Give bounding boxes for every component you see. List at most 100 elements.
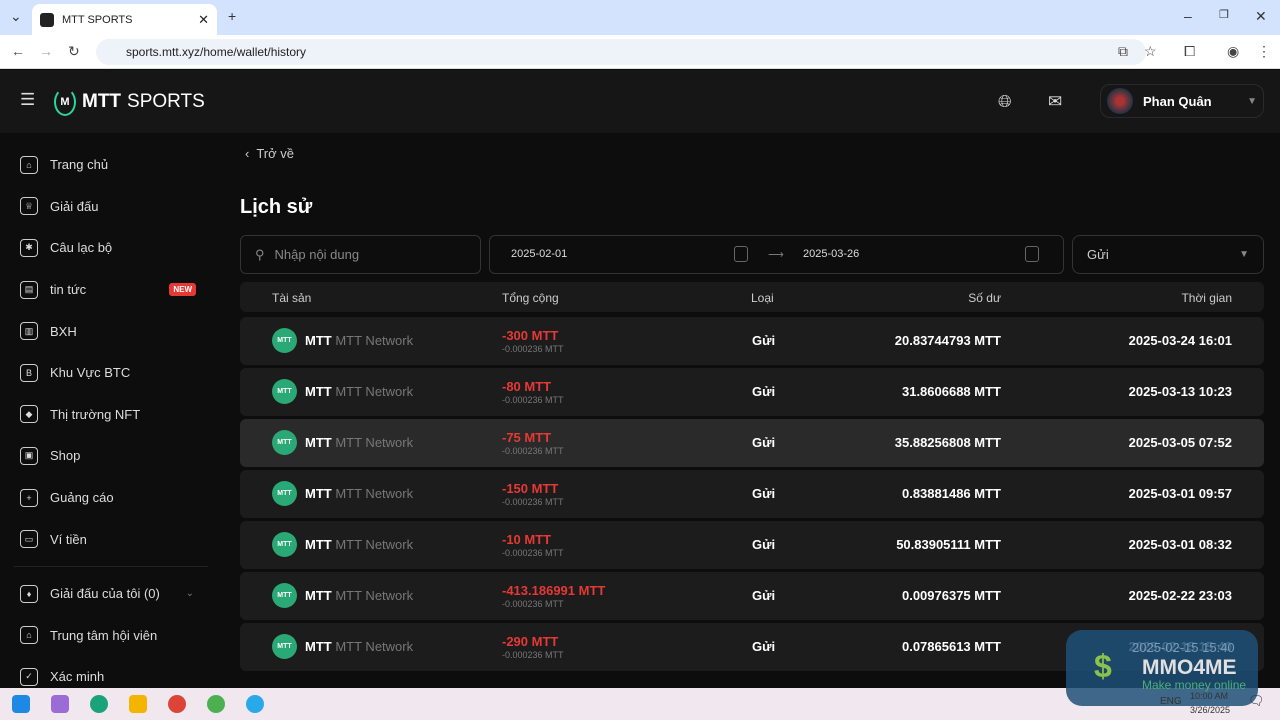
coin-network: MTT Network — [335, 435, 414, 450]
logo-mark-icon: M — [54, 88, 76, 116]
mail-icon[interactable]: ✉︎ — [1048, 92, 1062, 112]
telegram-icon[interactable] — [246, 695, 264, 713]
verify-icon: ✓ — [20, 667, 38, 686]
sidebar-item[interactable]: ◆ Thị trường NFT — [0, 394, 210, 436]
notification-icon[interactable]: 🗨︎ — [1248, 693, 1265, 709]
balance: 20.83744793 MTT — [894, 333, 1001, 348]
user-menu[interactable]: Phan Quân ▼ — [1100, 84, 1264, 118]
fee: -0.000236 MTT — [502, 650, 564, 660]
time: 2025-03-24 16:01 — [1128, 333, 1232, 348]
time: 2025-03-01 08:32 — [1128, 537, 1232, 552]
wallet-icon: ▭ — [20, 530, 38, 549]
asset-cell: MTT MTT Network — [305, 588, 413, 603]
sidebar-item[interactable]: ▭ Ví tiền — [0, 518, 210, 560]
sidebar-item[interactable]: ✱ Câu lạc bộ — [0, 227, 210, 269]
search-input[interactable] — [274, 247, 455, 262]
install-icon[interactable]: ⧉ — [1118, 43, 1128, 60]
copilot-icon[interactable] — [51, 695, 69, 713]
table-header: Tài sản Tổng cộng Loại Số dư Thời gian — [240, 282, 1264, 312]
coin-network: MTT Network — [335, 639, 414, 654]
ranking-icon: ▥ — [20, 322, 38, 341]
profile-icon[interactable]: ◉ — [1227, 43, 1239, 60]
start-icon[interactable] — [12, 695, 30, 713]
reload-icon[interactable]: ↻ — [68, 43, 80, 60]
type: Gửi — [752, 435, 776, 450]
edge-icon[interactable] — [90, 695, 108, 713]
sidebar-item-label: Ví tiền — [50, 531, 87, 547]
bookmark-star-icon[interactable]: ☆ — [1144, 43, 1157, 60]
chevron-down-icon[interactable]: ⌄ — [186, 588, 194, 599]
balance: 35.88256808 MTT — [894, 435, 1001, 450]
sidebar-item[interactable]: ♦ Giải đấu của tôi (0) ⌄ — [0, 573, 210, 615]
menu-dots-icon[interactable]: ⋮ — [1257, 43, 1271, 60]
new-tab-button[interactable]: + — [228, 8, 236, 24]
amount: -10 MTT — [502, 532, 552, 547]
type-filter-select[interactable]: Gửi ▼ — [1072, 235, 1264, 274]
close-tab-icon[interactable]: ✕ — [198, 12, 209, 28]
explorer-icon[interactable] — [129, 695, 147, 713]
sidebar-item[interactable]: ♕ Giải đấu — [0, 186, 210, 228]
calendar-icon[interactable] — [1025, 246, 1039, 262]
mtt-coin-icon: MTT — [272, 634, 297, 659]
sidebar-item-label: Giải đấu — [50, 198, 99, 214]
clock-date[interactable]: 3/26/2025 — [1190, 705, 1230, 715]
sidebar-item-label: Xác minh — [50, 669, 105, 685]
hamburger-menu-icon[interactable]: ☰ — [20, 90, 35, 110]
back-link[interactable]: ‹ Trở về — [245, 146, 294, 161]
globe-icon[interactable]: 🌐︎ — [998, 92, 1012, 112]
sidebar-item-label: Guảng cáo — [50, 490, 114, 506]
sidebar-item[interactable]: ▣ Shop — [0, 435, 210, 477]
table-row[interactable]: MTT MTT MTT Network -413.186991 MTT -0.0… — [240, 572, 1264, 620]
asset-cell: MTT MTT Network — [305, 537, 413, 552]
amount: -300 MTT — [502, 328, 559, 343]
date-range-picker[interactable]: 2025-02-01 ⟶ 2025-03-26 — [489, 235, 1064, 274]
minimize-button[interactable]: – — [1184, 8, 1192, 24]
back-nav-icon[interactable]: ← — [11, 43, 25, 59]
table-row[interactable]: MTT MTT MTT Network -150 MTT -0.000236 M… — [240, 470, 1264, 518]
browser-tab[interactable]: MTT SPORTS ✕ — [32, 4, 217, 35]
type: Gửi — [752, 384, 776, 399]
url-text: sports.mtt.xyz/home/wallet/history — [126, 45, 307, 59]
sidebar-item-label: BXH — [50, 323, 77, 339]
language-indicator[interactable]: ENG — [1160, 696, 1182, 707]
sidebar-item[interactable]: ▥ BXH — [0, 310, 210, 352]
sidebar-item[interactable]: ⌂ Trang chủ — [0, 144, 210, 186]
close-window-button[interactable]: ✕ — [1255, 8, 1267, 25]
maximize-button[interactable]: ❐ — [1219, 8, 1229, 21]
row-time-overlap: 2025-02-15 15:40 — [1132, 640, 1235, 655]
nft-icon: ◆ — [20, 405, 38, 424]
sidebar-item[interactable]: + Guảng cáo — [0, 477, 210, 519]
logo[interactable]: M MTT SPORTS — [54, 88, 205, 116]
amount: -75 MTT — [502, 430, 552, 445]
url-input[interactable]: sports.mtt.xyz/home/wallet/history — [96, 39, 1146, 65]
balance: 31.8606688 MTT — [901, 384, 1001, 399]
table-row[interactable]: MTT MTT MTT Network -80 MTT -0.000236 MT… — [240, 368, 1264, 416]
forward-nav-icon[interactable]: → — [39, 43, 53, 59]
watermark-tagline: Make money online — [1142, 678, 1247, 692]
sidebar-item[interactable]: ⌂ Trung tâm hội viên — [0, 615, 210, 657]
date-from[interactable]: 2025-02-01 — [511, 248, 567, 260]
browser-tab-bar: ⌄ MTT SPORTS ✕ + – ❐ ✕ — [0, 0, 1280, 35]
coin-symbol: MTT — [305, 435, 332, 450]
header-asset: Tài sản — [272, 291, 312, 305]
balance: 0.83881486 MTT — [901, 486, 1001, 501]
sidebar-item[interactable]: ▤ tin tức NEW — [0, 269, 210, 311]
app-icon[interactable] — [207, 695, 225, 713]
range-arrow-icon: ⟶ — [768, 249, 784, 261]
sidebar-item[interactable]: B Khu Vực BTC — [0, 352, 210, 394]
sidebar: ⌂ Trang chủ ♕ Giải đấu ✱ Câu lạc bộ ▤ tin tức NE… — [0, 133, 210, 698]
date-to[interactable]: 2025-03-26 — [803, 248, 859, 260]
fee: -0.000236 MTT — [502, 497, 564, 507]
table-row[interactable]: MTT MTT MTT Network -10 MTT -0.000236 MT… — [240, 521, 1264, 569]
calendar-icon[interactable] — [734, 246, 748, 262]
chrome-icon[interactable] — [168, 695, 186, 713]
logo-bold: MTT — [82, 91, 122, 112]
tab-list-button[interactable]: ⌄ — [10, 8, 22, 25]
clock-time[interactable]: 10:00 AM — [1190, 691, 1228, 701]
mtt-coin-icon: MTT — [272, 481, 297, 506]
time: 2025-03-05 07:52 — [1128, 435, 1232, 450]
table-row[interactable]: MTT MTT MTT Network -300 MTT -0.000236 M… — [240, 317, 1264, 365]
table-row[interactable]: MTT MTT MTT Network -75 MTT -0.000236 MT… — [240, 419, 1264, 467]
time: 2025-02-22 23:03 — [1128, 588, 1232, 603]
extensions-icon[interactable]: ⧠ — [1184, 43, 1195, 60]
